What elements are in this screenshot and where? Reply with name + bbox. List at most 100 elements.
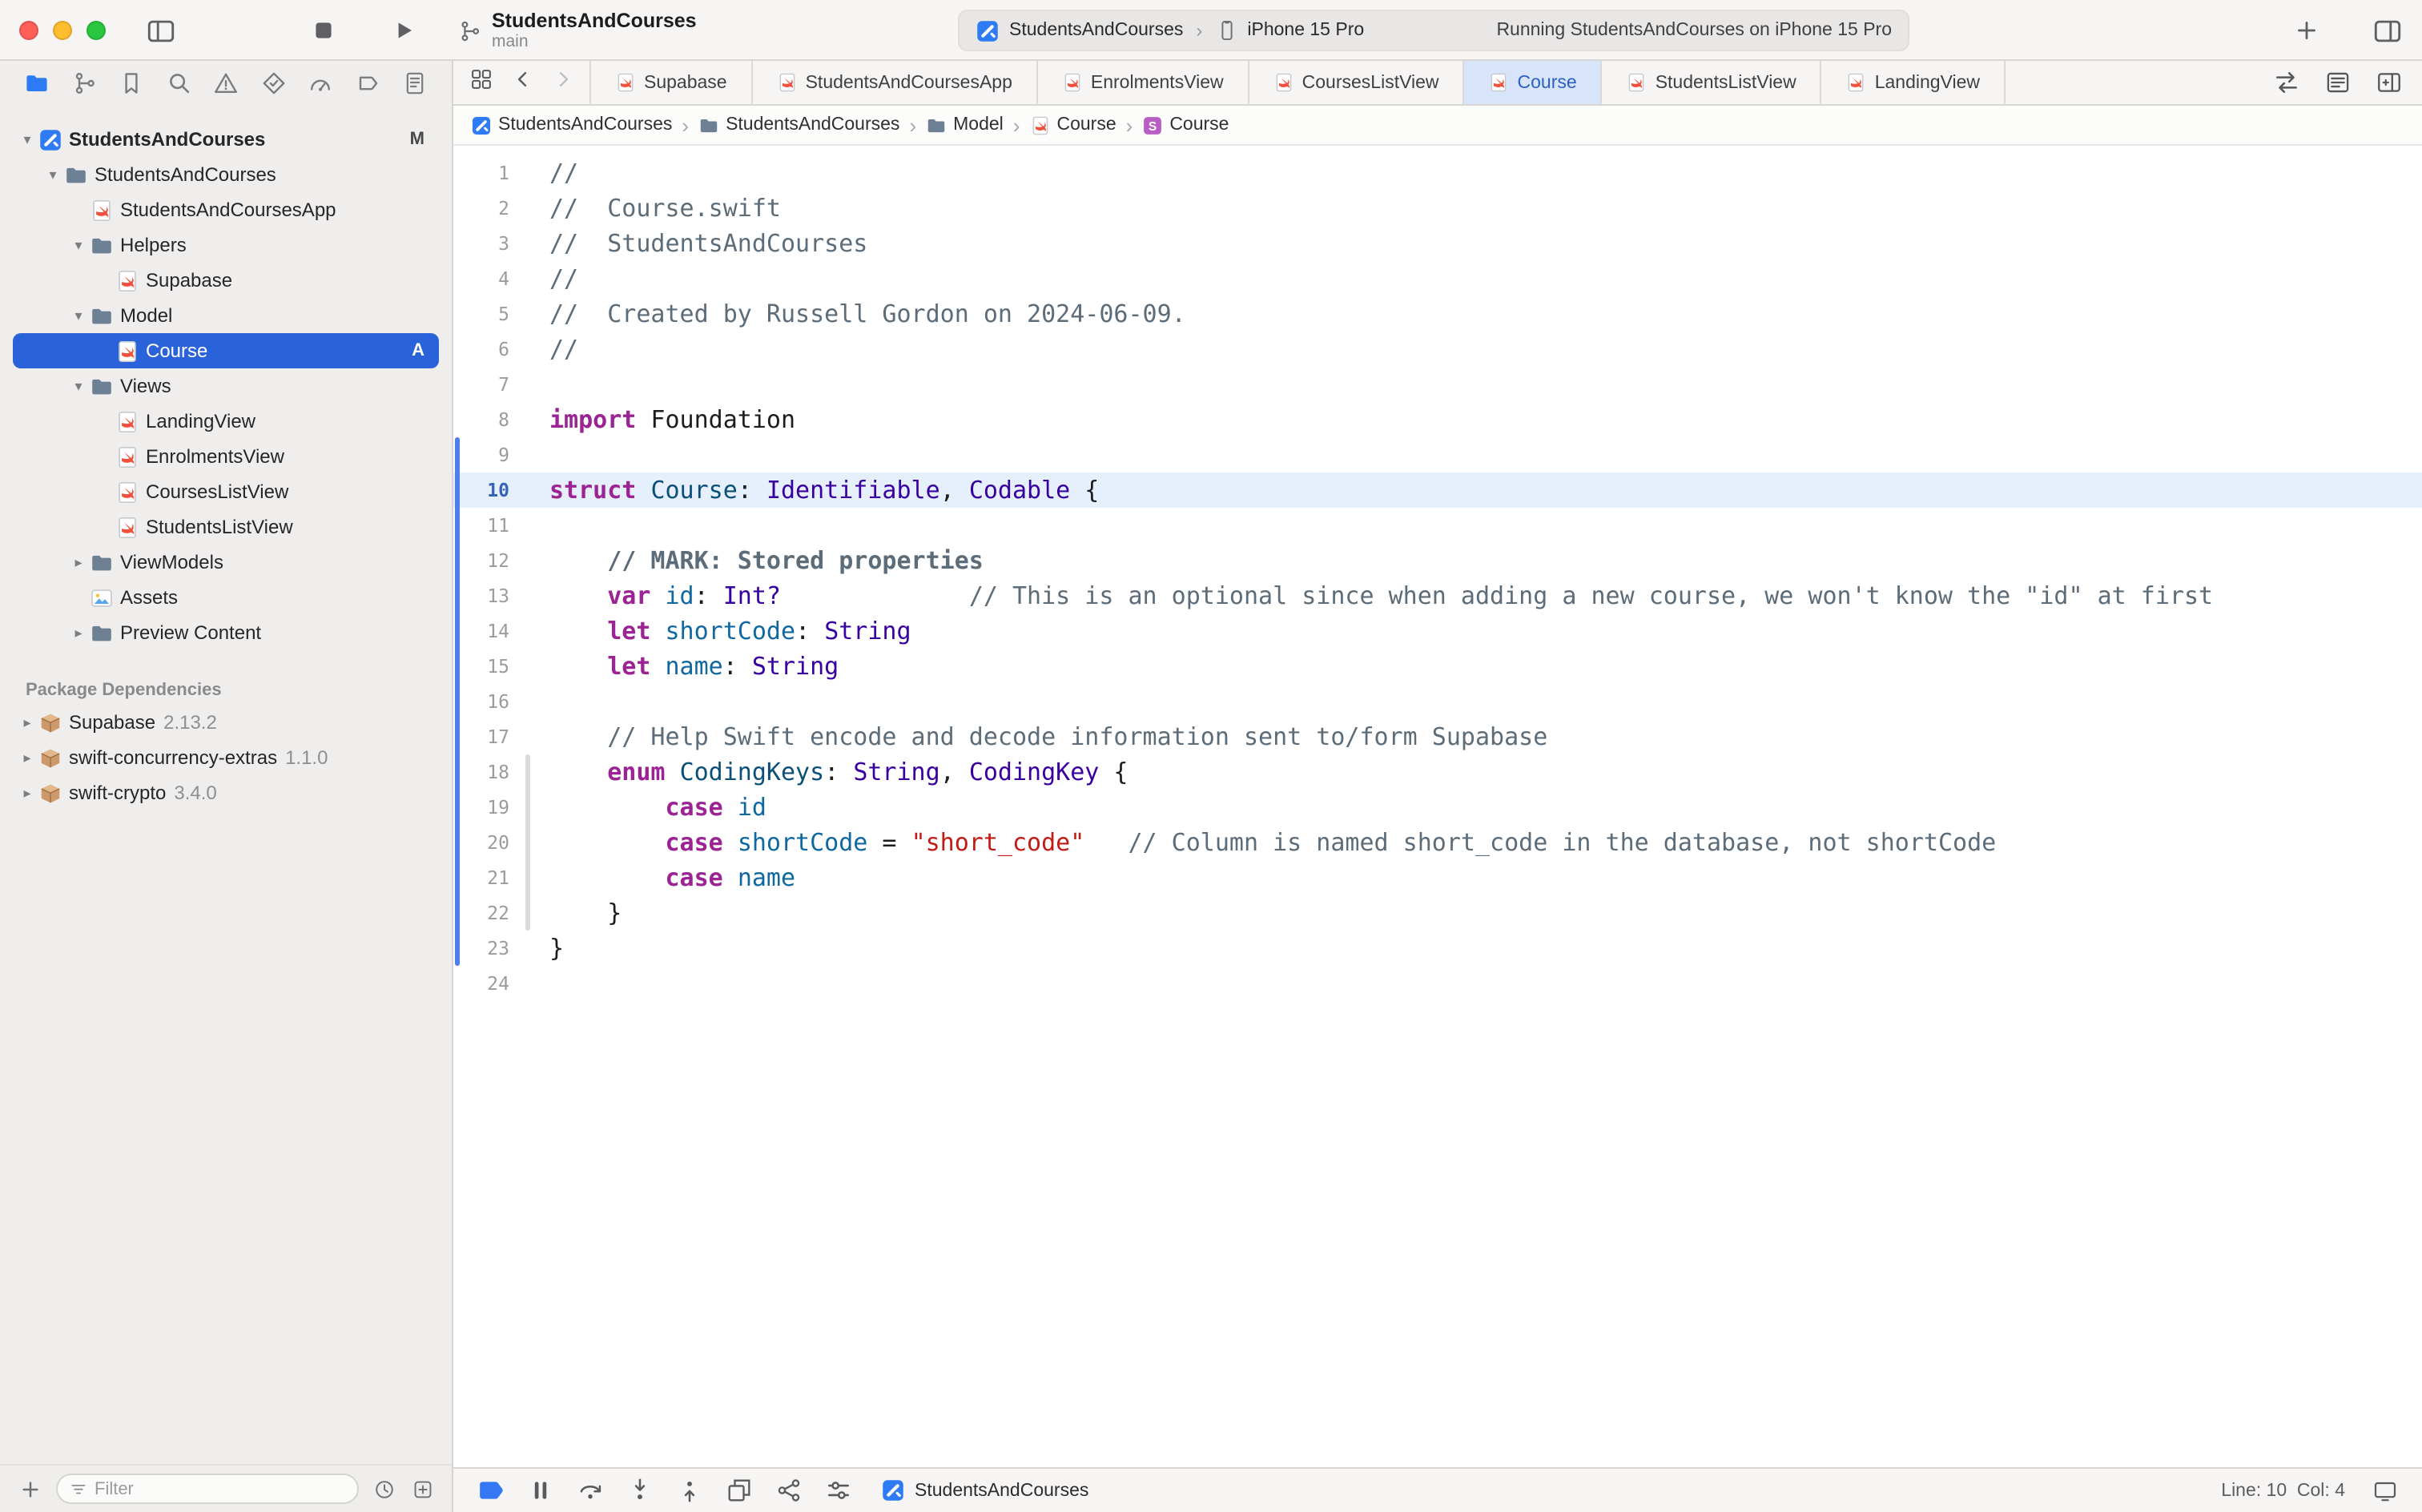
source-control-filter-button[interactable] xyxy=(408,1475,436,1502)
breakpoints-navigator-button[interactable] xyxy=(353,69,382,98)
project-navigator-button[interactable] xyxy=(22,69,51,98)
stop-button[interactable] xyxy=(304,13,343,48)
disclosure-down-icon[interactable]: ▾ xyxy=(67,236,90,254)
add-button[interactable] xyxy=(16,1474,45,1503)
line-number[interactable]: 21 xyxy=(453,860,524,895)
line-number[interactable]: 6 xyxy=(453,332,524,367)
debug-navigator-button[interactable] xyxy=(306,69,335,98)
filter-field[interactable] xyxy=(56,1474,359,1504)
line-number[interactable]: 1 xyxy=(453,155,524,191)
package-swift-crypto[interactable]: ▸swift-crypto3.4.0 xyxy=(13,775,439,810)
tab-landingview[interactable]: LandingView xyxy=(1822,61,2006,104)
step-into-button[interactable] xyxy=(625,1476,654,1505)
code-line-19[interactable]: 19 case id xyxy=(453,790,2422,825)
source-editor[interactable]: 1//2// Course.swift3// StudentsAndCourse… xyxy=(453,146,2422,1467)
sidebar-item-views[interactable]: ▾Views xyxy=(13,368,439,404)
line-number[interactable]: 20 xyxy=(453,825,524,860)
tests-navigator-button[interactable] xyxy=(259,69,288,98)
code-line-14[interactable]: 14 let shortCode: String xyxy=(453,613,2422,649)
code-line-6[interactable]: 6// xyxy=(453,332,2422,367)
sidebar-item-model[interactable]: ▾Model xyxy=(13,298,439,333)
tab-course[interactable]: Course xyxy=(1465,61,1603,104)
line-number[interactable]: 23 xyxy=(453,931,524,966)
sidebar-item-preview-content[interactable]: ▸Preview Content xyxy=(13,615,439,650)
debug-session-chip[interactable]: StudentsAndCourses xyxy=(881,1478,1088,1502)
breadcrumb-item-course[interactable]: SCourse xyxy=(1142,115,1229,135)
line-number[interactable]: 18 xyxy=(453,754,524,790)
sidebar-item-course[interactable]: CourseA xyxy=(13,333,439,368)
line-number[interactable]: 8 xyxy=(453,402,524,437)
view-debugger-button[interactable] xyxy=(724,1476,753,1505)
line-number[interactable]: 2 xyxy=(453,191,524,226)
tab-enrolmentsview[interactable]: EnrolmentsView xyxy=(1038,61,1249,104)
sidebar-item-studentslistview[interactable]: StudentsListView xyxy=(13,509,439,545)
scheme-status-bar[interactable]: StudentsAndCourses › iPhone 15 Pro Runni… xyxy=(958,10,1909,51)
line-number[interactable]: 3 xyxy=(453,226,524,261)
code-line-21[interactable]: 21 case name xyxy=(453,860,2422,895)
step-over-button[interactable] xyxy=(575,1476,604,1505)
line-number[interactable]: 16 xyxy=(453,684,524,719)
breadcrumb-item-studentsandcourses[interactable]: StudentsAndCourses xyxy=(698,115,899,135)
breadcrumb-item-studentsandcourses[interactable]: StudentsAndCourses xyxy=(471,115,672,135)
line-number[interactable]: 12 xyxy=(453,543,524,578)
line-number[interactable]: 7 xyxy=(453,367,524,402)
sidebar-item-studentsandcoursesapp[interactable]: StudentsAndCoursesApp xyxy=(13,192,439,227)
editor-options-button[interactable] xyxy=(2324,69,2352,96)
line-number[interactable]: 10 xyxy=(453,472,524,508)
line-number[interactable]: 22 xyxy=(453,895,524,931)
line-number[interactable]: 13 xyxy=(453,578,524,613)
breadcrumb-item-course[interactable]: Course xyxy=(1029,115,1116,135)
code-line-16[interactable]: 16 xyxy=(453,684,2422,719)
zoom-window-button[interactable] xyxy=(86,21,106,40)
code-line-23[interactable]: 23} xyxy=(453,931,2422,966)
source-control-navigator-button[interactable] xyxy=(70,69,99,98)
code-line-22[interactable]: 22 } xyxy=(453,895,2422,931)
sidebar-item-studentsandcourses[interactable]: ▾StudentsAndCourses xyxy=(13,157,439,192)
package-swift-concurrency-extras[interactable]: ▸swift-concurrency-extras1.1.0 xyxy=(13,740,439,775)
filter-input[interactable] xyxy=(95,1479,346,1498)
disclosure-down-icon[interactable]: ▾ xyxy=(67,377,90,395)
code-line-18[interactable]: 18 enum CodingKeys: String, CodingKey { xyxy=(453,754,2422,790)
sidebar-toggle-button[interactable] xyxy=(141,13,179,48)
sidebar-item-courseslistview[interactable]: CoursesListView xyxy=(13,474,439,509)
sidebar-item-enrolmentsview[interactable]: EnrolmentsView xyxy=(13,439,439,474)
tab-supabase[interactable]: Supabase xyxy=(589,61,753,104)
disclosure-right-icon[interactable]: ▸ xyxy=(67,553,90,571)
related-grid-button[interactable] xyxy=(469,66,493,99)
close-window-button[interactable] xyxy=(19,21,38,40)
line-number[interactable]: 17 xyxy=(453,719,524,754)
tab-courseslistview[interactable]: CoursesListView xyxy=(1249,61,1465,104)
disclosure-down-icon[interactable]: ▾ xyxy=(16,131,38,148)
line-number[interactable]: 5 xyxy=(453,296,524,332)
library-button[interactable] xyxy=(2287,13,2326,48)
disclosure-down-icon[interactable]: ▾ xyxy=(67,307,90,324)
code-line-24[interactable]: 24 xyxy=(453,966,2422,1001)
bookmarks-navigator-button[interactable] xyxy=(117,69,146,98)
sidebar-item-viewmodels[interactable]: ▸ViewModels xyxy=(13,545,439,580)
code-line-20[interactable]: 20 case shortCode = "short_code" // Colu… xyxy=(453,825,2422,860)
line-number[interactable]: 19 xyxy=(453,790,524,825)
minimize-window-button[interactable] xyxy=(53,21,72,40)
code-line-1[interactable]: 1// xyxy=(453,155,2422,191)
find-navigator-button[interactable] xyxy=(164,69,193,98)
code-line-2[interactable]: 2// Course.swift xyxy=(453,191,2422,226)
disclosure-right-icon[interactable]: ▸ xyxy=(16,784,38,802)
disclosure-down-icon[interactable]: ▾ xyxy=(42,166,64,183)
runtime-monitor-button[interactable] xyxy=(2371,1476,2400,1505)
code-line-11[interactable]: 11 xyxy=(453,508,2422,543)
issues-navigator-button[interactable] xyxy=(211,69,240,98)
environment-overrides-button[interactable] xyxy=(823,1476,852,1505)
code-line-15[interactable]: 15 let name: String xyxy=(453,649,2422,684)
memory-graph-button[interactable] xyxy=(774,1476,803,1505)
breakpoints-toggle-button[interactable] xyxy=(476,1476,505,1505)
disclosure-right-icon[interactable]: ▸ xyxy=(16,749,38,766)
reports-navigator-button[interactable] xyxy=(400,69,429,98)
line-number[interactable]: 14 xyxy=(453,613,524,649)
code-line-5[interactable]: 5// Created by Russell Gordon on 2024-06… xyxy=(453,296,2422,332)
code-review-button[interactable] xyxy=(2273,69,2300,96)
sidebar-item-helpers[interactable]: ▾Helpers xyxy=(13,227,439,263)
breadcrumb-item-model[interactable]: Model xyxy=(926,115,1004,135)
code-line-4[interactable]: 4// xyxy=(453,261,2422,296)
code-line-13[interactable]: 13 var id: Int? // This is an optional s… xyxy=(453,578,2422,613)
line-number[interactable]: 11 xyxy=(453,508,524,543)
